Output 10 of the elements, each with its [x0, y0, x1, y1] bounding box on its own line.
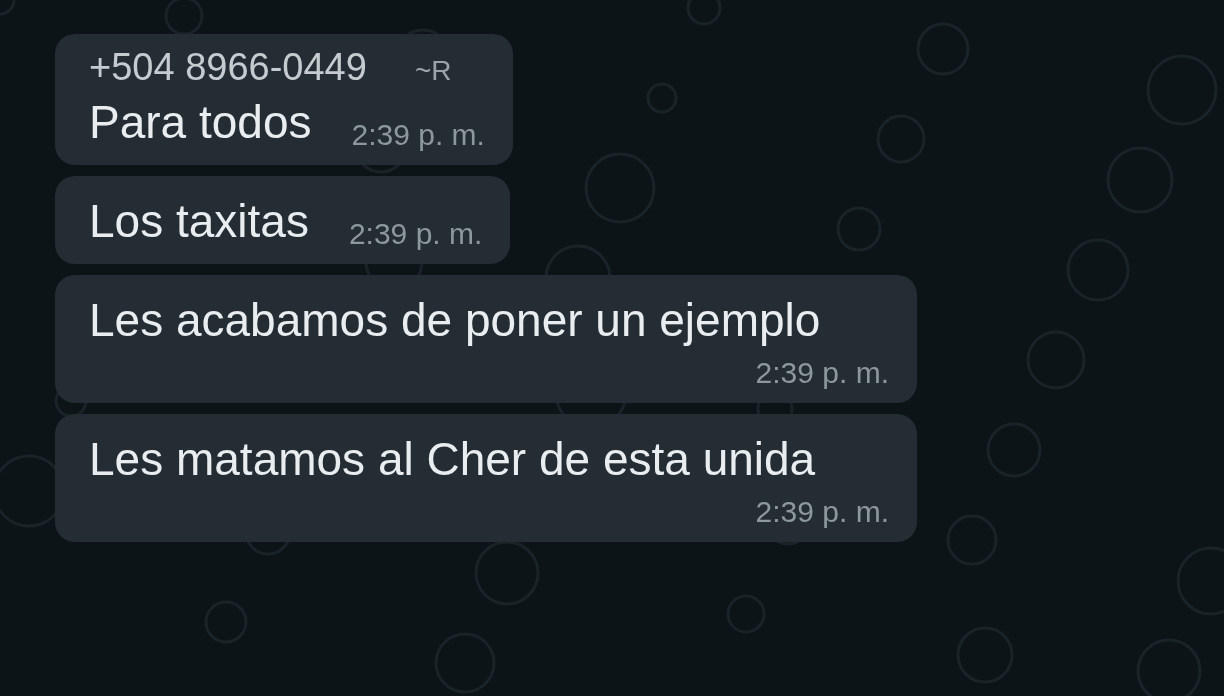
- message-text: Los taxitas: [89, 194, 309, 249]
- message-time: 2:39 p. m.: [351, 117, 485, 153]
- message-time: 2:39 p. m.: [755, 494, 889, 530]
- message-time: 2:39 p. m.: [755, 355, 889, 391]
- message-text: Para todos: [89, 95, 312, 150]
- message-text: Les matamos al Cher de esta unida: [89, 432, 816, 487]
- message-text: Les acabamos de poner un ejemplo: [89, 293, 821, 348]
- sender-name: ~R: [414, 55, 452, 87]
- message-time: 2:39 p. m.: [348, 216, 483, 252]
- sender-phone: +504 8966-0449: [89, 46, 367, 89]
